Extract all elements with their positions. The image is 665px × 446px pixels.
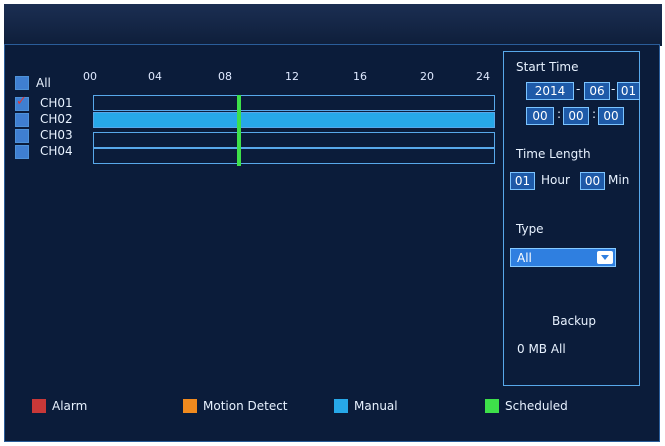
type-selected-value: All xyxy=(517,251,532,265)
channel-1-checkbox[interactable] xyxy=(15,94,29,111)
playback-backup-screen: All CH01 CH02 CH03 CH04 00 04 08 12 16 2… xyxy=(0,0,665,446)
hour-label-16: 16 xyxy=(353,70,367,83)
hour-label-24: 24 xyxy=(476,70,490,83)
type-dropdown[interactable]: All xyxy=(510,248,616,267)
current-time-marker[interactable] xyxy=(237,95,241,166)
start-second-field[interactable]: 00 xyxy=(598,107,624,125)
hour-label-12: 12 xyxy=(285,70,299,83)
channel-1-label: CH01 xyxy=(40,96,73,110)
time-separator: : xyxy=(557,107,562,121)
start-month-field[interactable]: 06 xyxy=(584,82,610,100)
scheduled-legend-label: Scheduled xyxy=(505,399,568,413)
timeline-row-ch04[interactable] xyxy=(93,148,495,164)
motion-detect-legend-label: Motion Detect xyxy=(203,399,288,413)
channel-2-label: CH02 xyxy=(40,112,73,126)
channel-3-label: CH03 xyxy=(40,128,73,142)
backup-settings-panel xyxy=(503,51,640,386)
channel-3-checkbox[interactable] xyxy=(15,129,29,143)
channel-2-checkbox[interactable] xyxy=(15,113,29,127)
start-year-field[interactable]: 2014 xyxy=(526,82,574,100)
select-all-label: All xyxy=(36,76,51,90)
start-minute-field[interactable]: 00 xyxy=(563,107,589,125)
start-time-label: Start Time xyxy=(516,60,579,74)
date-separator: - xyxy=(576,82,581,96)
scheduled-color-swatch xyxy=(485,399,499,413)
date-separator: - xyxy=(611,82,616,96)
alarm-legend-label: Alarm xyxy=(52,399,88,413)
minute-unit-label: Min xyxy=(608,173,630,187)
timeline-row-ch01[interactable] xyxy=(93,95,495,111)
chevron-down-icon[interactable] xyxy=(597,251,613,264)
time-length-label: Time Length xyxy=(516,147,591,161)
title-bar xyxy=(4,4,662,46)
alarm-color-swatch xyxy=(32,399,46,413)
length-minutes-field[interactable]: 00 xyxy=(580,172,605,190)
hour-unit-label: Hour xyxy=(541,173,570,187)
timeline-row-ch03[interactable] xyxy=(93,132,495,148)
motion-detect-color-swatch xyxy=(183,399,197,413)
manual-color-swatch xyxy=(334,399,348,413)
length-hours-field[interactable]: 01 xyxy=(510,172,535,190)
hour-label-00: 00 xyxy=(83,70,97,83)
start-day-field[interactable]: 01 xyxy=(617,82,640,100)
hour-label-08: 08 xyxy=(218,70,232,83)
backup-button[interactable]: Backup xyxy=(552,314,596,328)
select-all-checkbox[interactable] xyxy=(15,76,29,90)
channel-4-label: CH04 xyxy=(40,144,73,158)
hour-label-04: 04 xyxy=(148,70,162,83)
type-label: Type xyxy=(516,222,544,236)
timeline-row-ch02[interactable] xyxy=(93,112,495,128)
manual-legend-label: Manual xyxy=(354,399,398,413)
start-hour-field[interactable]: 00 xyxy=(526,107,554,125)
hour-label-20: 20 xyxy=(420,70,434,83)
timeline-area[interactable] xyxy=(93,95,495,168)
time-separator: : xyxy=(592,107,597,121)
channel-4-checkbox[interactable] xyxy=(15,145,29,159)
backup-size-text: 0 MB All xyxy=(517,342,566,356)
